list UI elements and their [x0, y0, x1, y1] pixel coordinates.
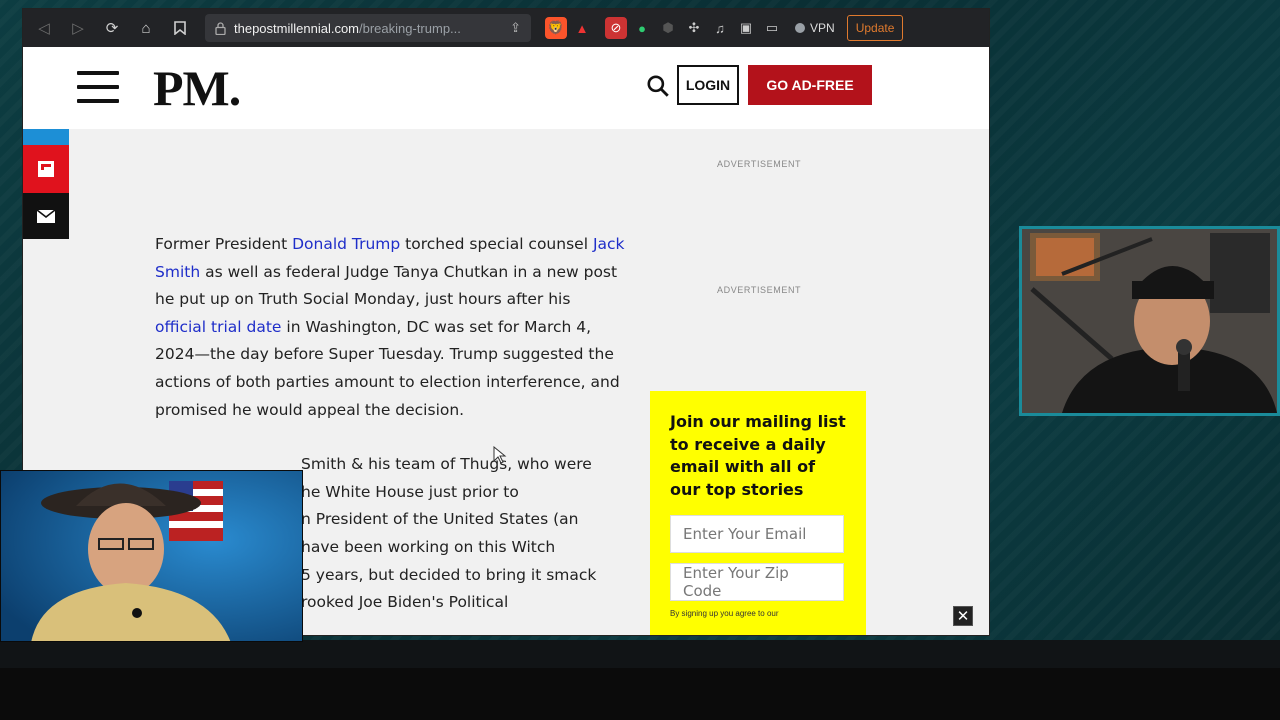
zip-code-field[interactable]: Enter Your Zip Code — [670, 563, 844, 601]
envelope-icon — [37, 209, 55, 223]
reload-icon[interactable]: ⟳ — [97, 13, 127, 43]
advertisement-label: ADVERTISEMENT — [717, 285, 802, 295]
vpn-button[interactable]: VPN — [787, 16, 843, 40]
mailing-signup-box: Join our mailing list to receive a daily… — [650, 391, 866, 635]
share-email-button[interactable] — [23, 193, 69, 239]
browser-toolbar: ◁ ▷ ⟳ ⌂ thepostmillennial.com/breaking-t… — [23, 9, 989, 47]
login-button[interactable]: LOGIN — [677, 65, 739, 105]
shield-extension-icon[interactable]: ⬢ — [657, 17, 679, 39]
bookmark-icon[interactable] — [165, 13, 195, 43]
lock-icon — [215, 21, 226, 35]
article-text: Former President — [155, 235, 293, 253]
url-path: /breaking-trump... — [359, 20, 461, 36]
play-extension-icon[interactable]: ● — [631, 17, 653, 39]
mailing-title: Join our mailing list to receive a daily… — [670, 412, 846, 499]
url-host: thepostmillennial.com — [234, 20, 360, 36]
brave-rewards-icon[interactable]: ▲ — [571, 17, 593, 39]
link-donald-trump[interactable]: Donald Trump — [292, 235, 400, 253]
stream-bottom-strip — [0, 640, 1280, 668]
extension-icon[interactable]: ⊘ — [605, 17, 627, 39]
quote-line: 5 years, but decided to bring it smack — [301, 565, 597, 584]
share-twitter-button[interactable] — [23, 129, 69, 145]
flipboard-icon — [38, 161, 54, 177]
stream-bottom-bar — [0, 668, 1280, 720]
wallet-icon[interactable]: ▭ — [761, 17, 783, 39]
webcam-left-image — [1, 471, 302, 641]
sidebar-icon[interactable]: ▣ — [735, 17, 757, 39]
webcam-right-image — [1022, 229, 1277, 413]
quote-line: n President of the United States (an — [301, 510, 579, 529]
go-ad-free-button[interactable]: GO AD-FREE — [748, 65, 872, 105]
site-logo[interactable]: PM. — [153, 59, 241, 117]
forward-icon[interactable]: ▷ — [63, 13, 93, 43]
quote-line: Smith & his team of Thugs, who were — [301, 455, 592, 474]
vpn-label: VPN — [810, 21, 835, 35]
brave-shield-icon[interactable]: 🦁 — [545, 17, 567, 39]
site-header: PM. LOGIN GO AD-FREE — [23, 47, 989, 129]
mailing-fine-print: By signing up you agree to our — [670, 609, 779, 618]
quote-line: he White House just prior to — [301, 482, 519, 501]
address-bar[interactable]: thepostmillennial.com/breaking-trump... … — [205, 14, 531, 42]
update-button[interactable]: Update — [846, 15, 904, 41]
mouse-cursor-icon — [493, 446, 507, 464]
home-icon[interactable]: ⌂ — [131, 13, 161, 43]
search-icon[interactable] — [645, 73, 671, 99]
webcam-left — [0, 470, 303, 642]
email-field[interactable]: Enter Your Email — [670, 515, 844, 553]
menu-icon[interactable] — [77, 71, 119, 103]
share-icon[interactable]: ⇪ — [510, 20, 521, 36]
article-paragraph: Former President Donald Trump torched sp… — [155, 231, 625, 424]
share-rail — [23, 129, 69, 239]
link-official-trial-date[interactable]: official trial date — [155, 318, 281, 336]
article-text: torched special counsel — [400, 235, 593, 253]
advertisement-label: ADVERTISEMENT — [717, 159, 802, 169]
vpn-status-icon — [795, 23, 805, 33]
music-icon[interactable]: ♫ — [709, 17, 731, 39]
back-icon[interactable]: ◁ — [29, 13, 59, 43]
quote-line: rooked Joe Biden's Political — [301, 593, 509, 612]
quote-line: have been working on this Witch — [301, 537, 556, 556]
article-text: as well as federal Judge Tanya Chutkan i… — [155, 262, 618, 309]
puzzle-icon[interactable]: ✣ — [683, 17, 705, 39]
share-flipboard-button[interactable] — [23, 145, 69, 193]
webcam-right — [1019, 226, 1280, 416]
close-icon[interactable]: ✕ — [953, 606, 973, 626]
